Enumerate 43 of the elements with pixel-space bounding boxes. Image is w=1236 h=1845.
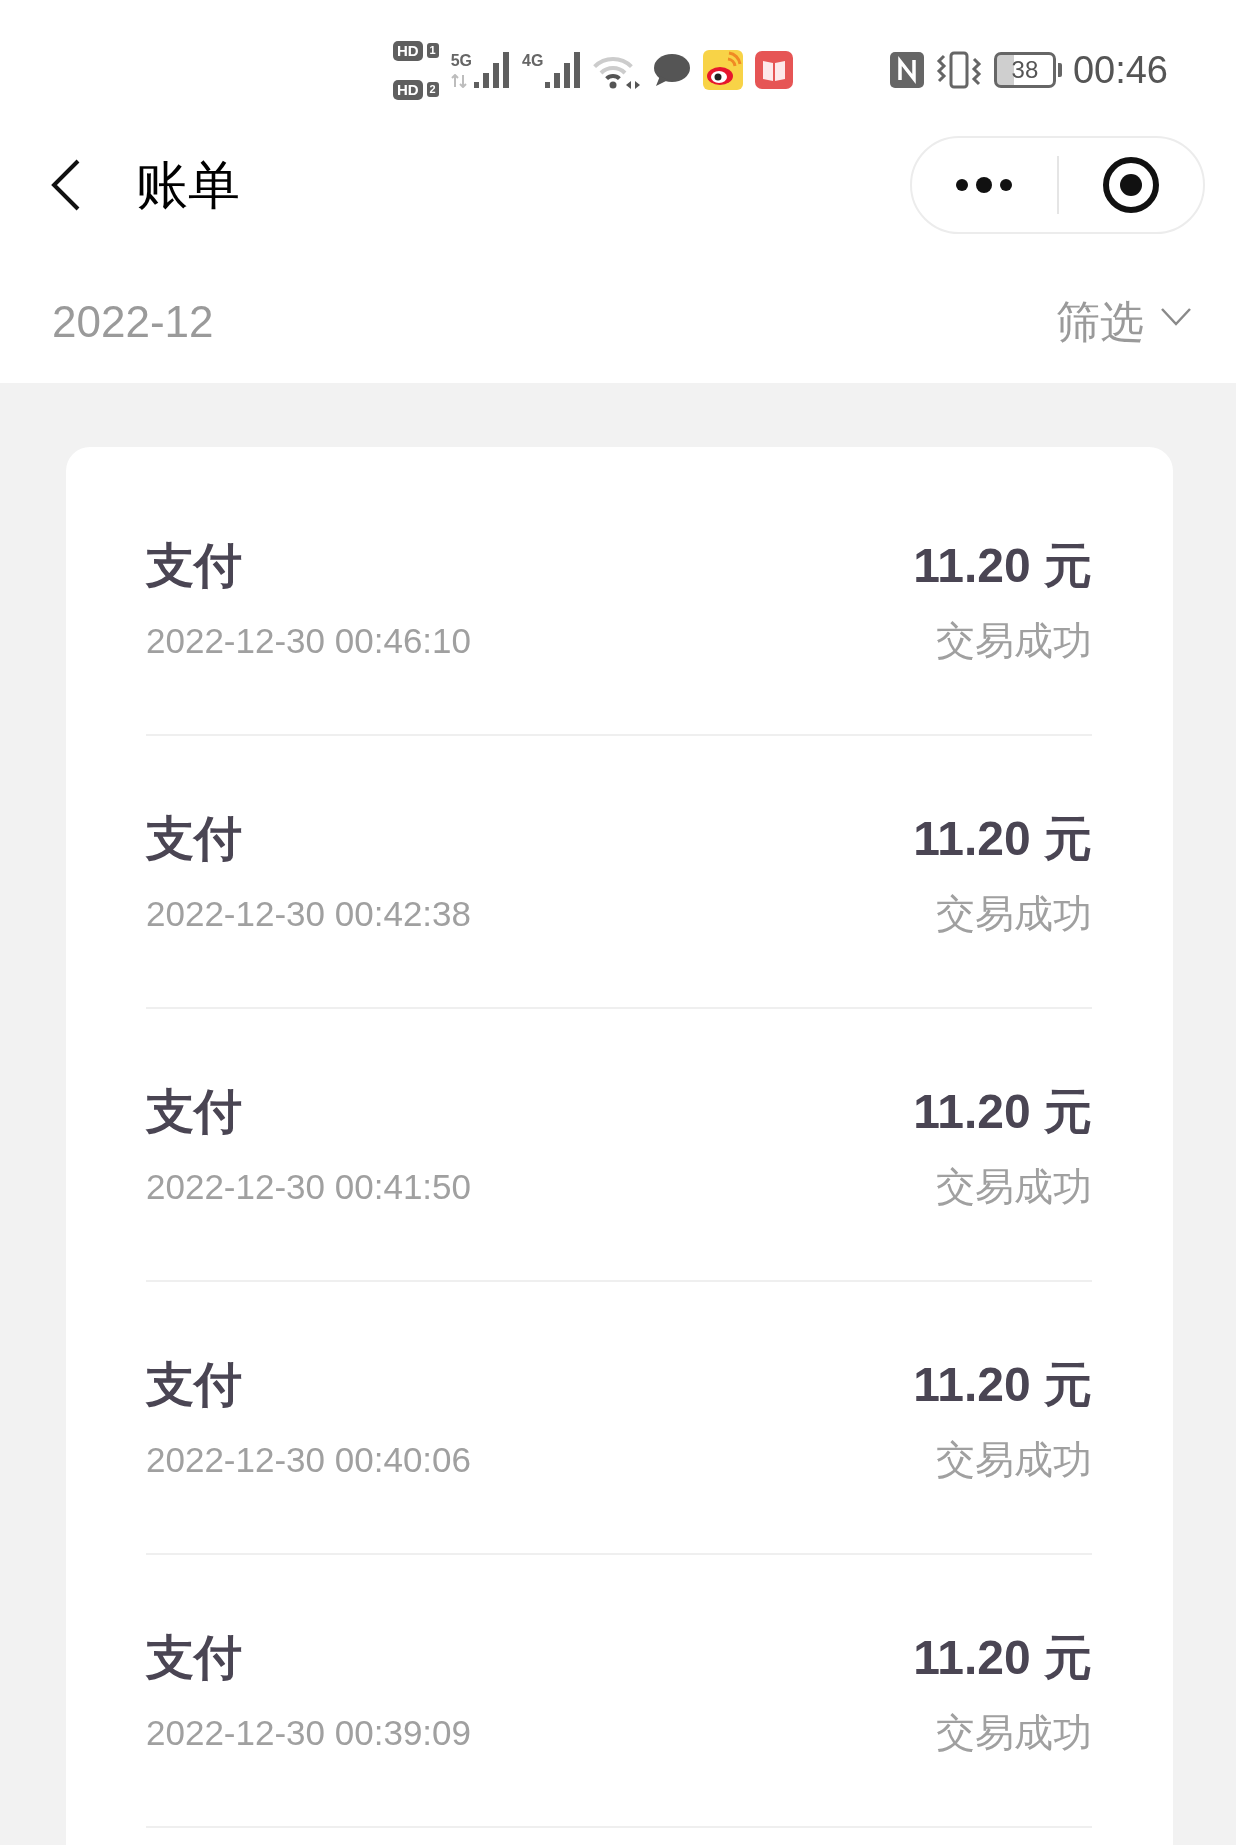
- transaction-time: 2022-12-30 00:42:38: [146, 895, 471, 931]
- hd-label: HD: [393, 79, 423, 100]
- network-type: 4G: [522, 52, 544, 70]
- transaction-amount: 11.20 元: [913, 1088, 1092, 1136]
- filter-button[interactable]: 筛选: [1056, 299, 1192, 344]
- sim-slot-number: 2: [426, 82, 439, 97]
- transaction-status: 交易成功: [936, 620, 1092, 660]
- transaction-time: 2022-12-30 00:46:10: [146, 622, 471, 658]
- status-time: 00:46: [1072, 51, 1168, 89]
- eye-app-icon: [703, 50, 744, 90]
- sim-slot-number: 1: [426, 43, 439, 58]
- signal-bars-icon: [474, 52, 510, 88]
- transaction-status: 交易成功: [936, 1439, 1092, 1479]
- transaction-status: 交易成功: [936, 1166, 1092, 1206]
- back-icon: [50, 159, 82, 211]
- transaction-status: 交易成功: [936, 1712, 1092, 1752]
- chat-bubble-icon: [653, 53, 692, 87]
- transaction-amount: 11.20 元: [913, 1361, 1092, 1409]
- transaction-amount: 11.20 元: [913, 542, 1092, 590]
- battery-indicator: 38: [993, 52, 1062, 88]
- nfc-icon: [889, 52, 924, 88]
- signal-bars-icon: [545, 52, 582, 88]
- transaction-type: 支付: [146, 1361, 242, 1409]
- transaction-amount: 11.20 元: [913, 815, 1092, 863]
- page-title: 账单: [136, 159, 240, 211]
- transaction-time: 2022-12-30 00:41:50: [146, 1168, 471, 1204]
- month-label: 2022-12: [52, 299, 214, 344]
- chevron-down-icon: [1160, 306, 1192, 327]
- transaction-type: 支付: [146, 815, 242, 863]
- transaction-status: 交易成功: [936, 893, 1092, 933]
- transaction-type: 支付: [146, 1634, 242, 1682]
- network-type: 5G: [450, 52, 472, 70]
- back-button[interactable]: [50, 159, 82, 211]
- target-icon: [1101, 156, 1160, 214]
- book-app-icon: [755, 51, 794, 89]
- transaction-time: 2022-12-30 00:39:09: [146, 1714, 471, 1750]
- transaction-time: 2022-12-30 00:40:06: [146, 1441, 471, 1477]
- hd-label: HD: [393, 40, 423, 61]
- vibrate-icon: [934, 51, 983, 89]
- transaction-amount: 11.20 元: [913, 1634, 1092, 1682]
- transaction-type: 支付: [146, 1088, 242, 1136]
- transaction-type: 支付: [146, 542, 242, 590]
- more-icon: [955, 177, 1014, 193]
